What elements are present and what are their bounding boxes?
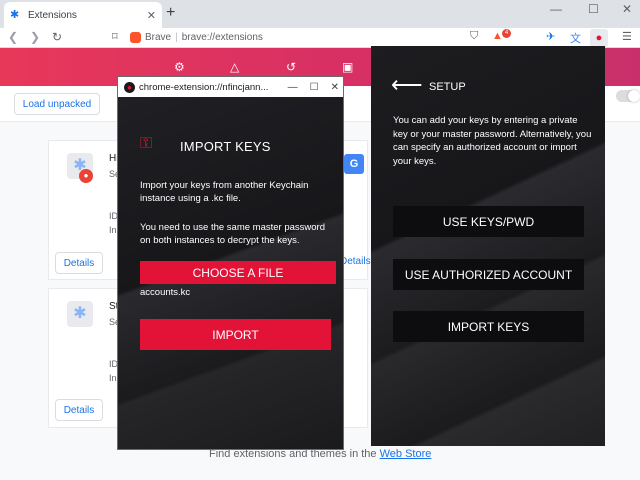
extension-puzzle-icon: ✱ bbox=[67, 301, 93, 327]
address-bar[interactable]: Brave | brave://extensions bbox=[130, 29, 460, 46]
reload-icon[interactable]: ↻ bbox=[52, 30, 62, 44]
url-site: Brave bbox=[145, 32, 172, 43]
import-keys-button[interactable]: IMPORT KEYS bbox=[393, 311, 584, 342]
extension-inspect: In bbox=[109, 225, 117, 235]
google-translate-icon: G bbox=[344, 154, 364, 174]
back-icon[interactable]: ❮ bbox=[8, 30, 18, 44]
tab-title: Extensions bbox=[28, 9, 77, 21]
tab-extensions[interactable]: ✱ Extensions ✕ bbox=[4, 2, 162, 28]
url-separator: | bbox=[175, 32, 178, 43]
import-description: Import your keys from another Keychain i… bbox=[140, 180, 309, 204]
close-icon[interactable]: ✕ bbox=[622, 2, 632, 16]
popup-titlebar: ● chrome-extension://nfincjann... — ☐ ✕ bbox=[118, 77, 343, 97]
import-keys-window: ● chrome-extension://nfincjann... — ☐ ✕ … bbox=[117, 76, 344, 450]
import-keys-heading: IMPORT KEYS bbox=[180, 139, 271, 154]
close-icon[interactable]: ✕ bbox=[331, 82, 339, 93]
settings-icon[interactable]: ⚙ bbox=[174, 60, 185, 74]
details-button[interactable]: Details bbox=[340, 256, 371, 267]
webstore-link[interactable]: Web Store bbox=[380, 448, 432, 460]
use-keys-button[interactable]: USE KEYS/PWD bbox=[393, 206, 584, 237]
minimize-icon[interactable]: — bbox=[550, 2, 562, 16]
use-authorized-account-button[interactable]: USE AUTHORIZED ACCOUNT bbox=[393, 259, 584, 290]
load-unpacked-button[interactable]: Load unpacked bbox=[14, 93, 100, 115]
maximize-icon[interactable]: ☐ bbox=[310, 82, 319, 93]
translate-icon[interactable]: 文 bbox=[570, 30, 581, 46]
rewards-nav-icon[interactable]: △ bbox=[230, 60, 239, 74]
forward-icon[interactable]: ❯ bbox=[30, 30, 40, 44]
popup-body: ⚿ IMPORT KEYS Import your keys from anot… bbox=[118, 97, 343, 449]
developer-mode-toggle[interactable] bbox=[616, 90, 640, 102]
history-icon[interactable]: ↺ bbox=[286, 60, 296, 74]
tab-close-icon[interactable]: ✕ bbox=[147, 9, 156, 22]
puzzle-icon: ✱ bbox=[10, 9, 20, 21]
bookmarks-icon[interactable]: ▣ bbox=[342, 60, 353, 74]
rewards-badge: 4 bbox=[502, 29, 511, 38]
arrow-left-icon[interactable]: ⟵ bbox=[391, 74, 423, 96]
bookmark-icon[interactable]: ⌑ bbox=[112, 30, 118, 43]
extension-inspect: In bbox=[109, 373, 117, 383]
tab-strip: ✱ Extensions ✕ + — ☐ ✕ bbox=[0, 0, 640, 28]
keychain-icon[interactable]: ● bbox=[590, 29, 608, 47]
setup-title: SETUP bbox=[429, 81, 466, 93]
details-button[interactable]: Details bbox=[55, 399, 103, 421]
setup-description: You can add your keys by entering a priv… bbox=[393, 115, 592, 167]
details-button[interactable]: Details bbox=[55, 252, 103, 274]
import-button[interactable]: IMPORT bbox=[140, 319, 331, 350]
maximize-icon[interactable]: ☐ bbox=[588, 2, 599, 16]
browser-toolbar: ❮ ❯ ↻ ⌑ Brave | brave://extensions ⛉ ▲ 4… bbox=[0, 28, 640, 48]
key-icon: ⚿ bbox=[140, 135, 153, 152]
brave-shield-icon[interactable]: ⛉ bbox=[470, 30, 478, 43]
selected-file-name: accounts.kc bbox=[140, 287, 191, 298]
record-icon: ● bbox=[79, 169, 93, 183]
menu-icon[interactable]: ☰ bbox=[622, 30, 632, 43]
keychain-icon: ● bbox=[124, 81, 135, 93]
minimize-icon[interactable]: — bbox=[288, 82, 298, 93]
setup-panel: ⟵ SETUP You can add your keys by enterin… bbox=[371, 46, 605, 446]
url-path: brave://extensions bbox=[181, 32, 263, 43]
choose-file-button[interactable]: CHOOSE A FILE bbox=[140, 261, 336, 284]
popup-window-title: chrome-extension://nfincjann... bbox=[139, 81, 269, 93]
password-note: You need to use the same master password… bbox=[140, 222, 326, 246]
brave-logo-icon bbox=[130, 32, 141, 43]
extension-icon[interactable]: ✈ bbox=[546, 30, 555, 43]
new-tab-button[interactable]: + bbox=[166, 5, 175, 21]
